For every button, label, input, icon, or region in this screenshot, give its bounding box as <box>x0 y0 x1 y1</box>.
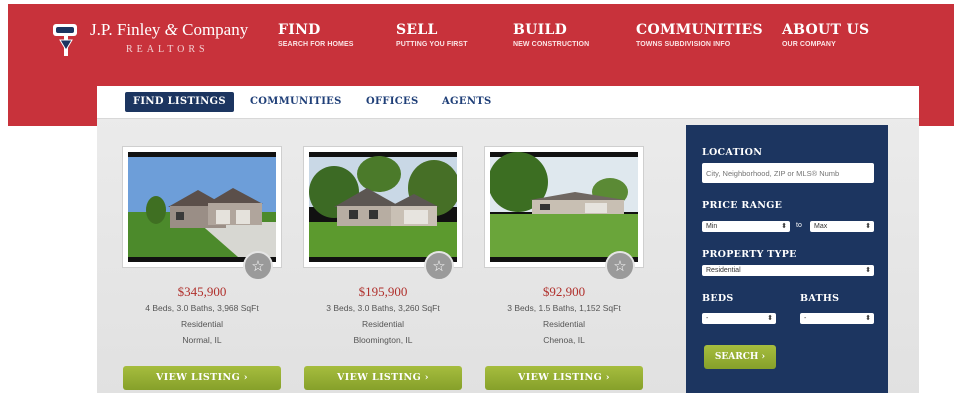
tab-communities[interactable]: COMMUNITIES <box>250 92 342 112</box>
nav-build[interactable]: BUILD NEW CONSTRUCTION <box>513 22 589 48</box>
search-button[interactable]: SEARCH › <box>704 345 776 369</box>
view-listing-button[interactable]: VIEW LISTING › <box>304 366 462 390</box>
star-icon: ☆ <box>432 258 446 275</box>
price-max-select[interactable]: Max ⬍ <box>810 221 874 232</box>
listing-photo <box>128 152 276 262</box>
tab-find-listings[interactable]: FIND LISTINGS <box>125 92 234 112</box>
beds-label: BEDS <box>702 293 734 304</box>
listing-type: Residential <box>542 319 586 329</box>
listing-details: 3 Beds, 3.0 Baths, 3,260 SqFt <box>326 303 440 313</box>
favorite-button[interactable]: ☆ <box>605 251 635 281</box>
property-type-label: PROPERTY TYPE <box>702 249 797 260</box>
nav-about-us[interactable]: ABOUT US OUR COMPANY <box>782 22 869 48</box>
star-icon: ☆ <box>251 258 265 275</box>
favorite-button[interactable]: ☆ <box>424 251 454 281</box>
listing-location: Chenoa, IL <box>543 335 585 345</box>
price-max-value: Max <box>814 223 828 230</box>
tab-offices[interactable]: OFFICES <box>366 92 419 112</box>
listing-photo-frame[interactable]: ☆ <box>484 146 644 281</box>
listing-price: $195,900 <box>358 284 408 299</box>
listing-photo <box>309 152 460 262</box>
listing-photo-frame[interactable]: ☆ <box>303 146 463 281</box>
search-tabs: FIND LISTINGS COMMUNITIES OFFICES AGENTS <box>97 86 919 119</box>
property-type-value: Residential <box>706 267 741 274</box>
star-icon: ☆ <box>613 258 627 275</box>
nav-communities-sub: TOWNS SUBDIVISION INFO <box>636 41 731 48</box>
listing-location: Normal, IL <box>182 335 222 345</box>
price-range-label: PRICE RANGE <box>702 200 783 211</box>
nav-communities-label: COMMUNITIES <box>636 22 763 38</box>
sign-badge-icon <box>53 24 77 56</box>
nav-find-label: FIND <box>278 22 321 38</box>
listing-location: Bloomington, IL <box>353 335 413 345</box>
baths-select[interactable]: - ⬍ <box>800 313 874 324</box>
logo-wordmark: J.P. Finley & Company <box>90 20 249 39</box>
nav-sell-label: SELL <box>396 22 438 38</box>
price-min-select[interactable]: Min ⬍ <box>702 221 790 232</box>
nav-communities[interactable]: COMMUNITIES TOWNS SUBDIVISION INFO <box>636 22 763 48</box>
chevron-down-icon: ⬍ <box>865 267 871 274</box>
nav-build-sub: NEW CONSTRUCTION <box>513 41 590 48</box>
chevron-down-icon: ⬍ <box>767 315 773 322</box>
chevron-down-icon: ⬍ <box>865 315 871 322</box>
listing-details: 3 Beds, 1.5 Baths, 1,152 SqFt <box>507 303 621 313</box>
baths-value: - <box>804 315 807 322</box>
nav-about-us-label: ABOUT US <box>782 22 870 38</box>
listing-card: ☆ $345,900 4 Beds, 3.0 Baths, 3,968 SqFt… <box>122 146 282 348</box>
chevron-down-icon: ⬍ <box>781 223 787 230</box>
listing-photo-frame[interactable]: ☆ <box>122 146 282 281</box>
listing-card: ☆ $195,900 3 Beds, 3.0 Baths, 3,260 SqFt… <box>303 146 463 348</box>
company-logo[interactable]: J.P. Finley & Company REALTORS <box>50 18 250 68</box>
listing-price: $345,900 <box>177 284 227 299</box>
nav-sell-sub: PUTTING YOU FIRST <box>396 41 468 48</box>
price-min-value: Min <box>706 223 718 230</box>
view-listing-button[interactable]: VIEW LISTING › <box>123 366 281 390</box>
favorite-button[interactable]: ☆ <box>243 251 273 281</box>
tab-agents[interactable]: AGENTS <box>442 92 492 112</box>
listing-price: $92,900 <box>542 284 586 299</box>
nav-sell[interactable]: SELL PUTTING YOU FIRST <box>396 22 468 48</box>
logo-tagline: REALTORS <box>126 44 209 55</box>
location-label: LOCATION <box>702 147 763 158</box>
listing-type: Residential <box>361 319 405 329</box>
property-type-select[interactable]: Residential ⬍ <box>702 265 874 276</box>
listing-photo <box>488 152 638 262</box>
location-input[interactable] <box>702 163 874 183</box>
beds-value: - <box>706 315 709 322</box>
listing-details: 4 Beds, 3.0 Baths, 3,968 SqFt <box>145 303 259 313</box>
price-to-label: to <box>796 222 802 229</box>
listing-card: ☆ $92,900 3 Beds, 1.5 Baths, 1,152 SqFt … <box>484 146 644 348</box>
view-listing-button[interactable]: VIEW LISTING › <box>485 366 643 390</box>
listing-type: Residential <box>180 319 224 329</box>
beds-select[interactable]: - ⬍ <box>702 313 776 324</box>
search-panel: LOCATION PRICE RANGE Min ⬍ to Max ⬍ PROPER… <box>686 125 888 393</box>
nav-find-sub: SEARCH FOR HOMES <box>278 41 354 48</box>
baths-label: BATHS <box>800 293 840 304</box>
nav-build-label: BUILD <box>513 22 568 38</box>
nav-find[interactable]: FIND SEARCH FOR HOMES <box>278 22 354 48</box>
nav-about-us-sub: OUR COMPANY <box>782 41 836 48</box>
chevron-down-icon: ⬍ <box>865 223 871 230</box>
